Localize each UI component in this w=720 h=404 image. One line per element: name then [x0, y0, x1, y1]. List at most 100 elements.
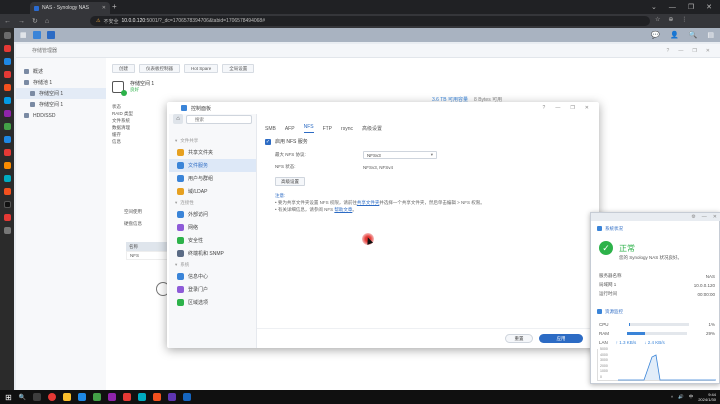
sidebar-app-icon[interactable] [3, 71, 11, 78]
input-method-icon[interactable]: 中 [689, 394, 694, 400]
app-icon[interactable] [153, 393, 162, 401]
help-icon[interactable]: ? [667, 48, 670, 54]
notification-icon[interactable]: 💬 [651, 31, 660, 39]
volume-icon[interactable]: 🔊 [678, 394, 684, 400]
help-icon[interactable]: ? [543, 105, 546, 111]
widgets-icon[interactable]: ▤ [707, 31, 714, 39]
minimize-icon[interactable]: — [555, 105, 560, 111]
app-icon[interactable] [108, 393, 117, 401]
nav-item[interactable]: 信息中心 [169, 270, 256, 283]
app-icon[interactable] [78, 393, 87, 401]
shared-folder-link[interactable]: 共享文件夹 [357, 200, 380, 205]
close-icon[interactable]: ✕ [585, 105, 589, 111]
nav-section-header[interactable]: ▾ 系统 [169, 260, 256, 270]
profile-icon[interactable]: ⊕ [668, 16, 673, 23]
reload-icon[interactable]: ↻ [32, 17, 38, 25]
nav-item[interactable]: 文件服务 [169, 159, 256, 172]
storage-manager-task-icon[interactable] [32, 31, 41, 39]
sidebar-app-icon[interactable] [3, 175, 11, 182]
close-window-icon[interactable]: ✕ [706, 3, 712, 11]
tab-smb[interactable]: SMB [265, 126, 276, 132]
close-icon[interactable]: ✕ [706, 48, 710, 54]
task-view-icon[interactable] [33, 393, 42, 401]
sidebar-app-icon[interactable] [3, 58, 11, 65]
minimize-icon[interactable]: — [678, 48, 683, 54]
home-icon[interactable]: ⌂ [173, 114, 183, 124]
start-icon[interactable]: ⊞ [5, 393, 12, 402]
enable-nfs-checkbox[interactable]: ✓ 启用 NFS 服务 [265, 138, 595, 145]
app-icon[interactable] [123, 393, 132, 401]
maximize-icon[interactable]: ❐ [688, 3, 694, 11]
tab-nfs[interactable]: NFS [303, 124, 314, 133]
tab-rsync[interactable]: rsync [341, 126, 353, 132]
sidebar-app-icon[interactable] [3, 32, 11, 39]
nav-item[interactable]: 域/LDAP [169, 185, 256, 198]
storage-toolbar-button[interactable]: 创建 [112, 64, 135, 73]
sidebar-app-icon[interactable] [3, 188, 11, 195]
storage-nav-item[interactable]: HDD/SSD [16, 110, 106, 121]
max-protocol-select[interactable]: NFSv3 ▾ [363, 151, 437, 159]
nav-item[interactable]: 安全性 [169, 234, 256, 247]
tab-close-icon[interactable]: ✕ [102, 5, 106, 11]
sidebar-app-icon[interactable] [3, 110, 11, 117]
sidebar-app-icon[interactable] [3, 214, 11, 221]
sidebar-app-icon[interactable] [3, 227, 11, 234]
app-icon[interactable] [183, 393, 192, 401]
control-panel-task-icon[interactable] [46, 31, 55, 39]
sidebar-app-icon[interactable] [3, 97, 11, 104]
chrome-icon[interactable] [48, 393, 57, 401]
storage-toolbar-button[interactable]: Hot Spare [184, 64, 219, 73]
minimize-icon[interactable]: — [669, 4, 676, 11]
forward-icon[interactable]: → [18, 18, 25, 25]
address-bar[interactable]: ⚠ 不安全 10.0.0.120:5001/?_dc=1706578394706… [90, 16, 650, 26]
apply-button[interactable]: 应用 [539, 334, 583, 343]
sidebar-app-icon[interactable] [3, 123, 11, 130]
browser-tab[interactable]: NAS - Synology NAS ✕ [30, 2, 110, 14]
nav-item[interactable]: 共享文件夹 [169, 146, 256, 159]
close-icon[interactable]: ✕ [713, 214, 717, 220]
settings-icon[interactable]: ⚙ [691, 214, 695, 220]
sidebar-app-icon[interactable] [3, 45, 11, 52]
tab-高级设置[interactable]: 高级设置 [362, 125, 382, 132]
sidebar-app-icon[interactable] [3, 149, 11, 156]
storage-toolbar-button[interactable]: 仪表板控制器 [139, 64, 180, 73]
nav-item[interactable]: 区域选项 [169, 296, 256, 309]
app-icon[interactable] [93, 393, 102, 401]
search-icon[interactable]: 🔍 [19, 394, 26, 401]
bookmark-star-icon[interactable]: ☆ [655, 16, 660, 23]
sidebar-app-icon[interactable] [3, 136, 11, 143]
sidebar-app-icon[interactable] [3, 201, 11, 208]
nav-item[interactable]: 登录门户 [169, 283, 256, 296]
tab-ftp[interactable]: FTP [323, 126, 332, 132]
user-icon[interactable]: 👤 [670, 31, 679, 39]
maximize-icon[interactable]: ❐ [692, 48, 696, 54]
storage-nav-item[interactable]: 概述 [16, 66, 106, 77]
new-tab-button[interactable]: + [112, 2, 117, 11]
storage-nav-item[interactable]: 存储池 1 [16, 77, 106, 88]
nav-item[interactable]: 终端机和 SNMP [169, 247, 256, 260]
minimize-icon[interactable]: — [702, 214, 707, 220]
tab-search-icon[interactable]: ⌄ [651, 3, 657, 11]
nav-item[interactable]: 网络 [169, 221, 256, 234]
app-icon[interactable] [138, 393, 147, 401]
nav-item[interactable]: 用户与群组 [169, 172, 256, 185]
explorer-icon[interactable] [63, 393, 72, 401]
tray-overflow-icon[interactable]: ^ [671, 395, 673, 400]
nav-section-header[interactable]: ▾ 文件共享 [169, 136, 256, 146]
clock[interactable]: 9:44 2024/1/30 [698, 392, 716, 402]
storage-nav-item[interactable]: 存储空间 1 [16, 88, 106, 99]
sidebar-app-icon[interactable] [3, 162, 11, 169]
storage-nav-item[interactable]: 存储空间 1 [16, 99, 106, 110]
home-icon[interactable]: ⌂ [45, 18, 49, 25]
app-icon[interactable] [168, 393, 177, 401]
maximize-icon[interactable]: ❐ [570, 105, 574, 111]
reset-button[interactable]: 重置 [505, 334, 533, 343]
help-article-link[interactable]: 帮助文章 [334, 207, 352, 212]
advanced-settings-button[interactable]: 高级设置 [275, 177, 305, 186]
search-input[interactable] [186, 114, 252, 124]
main-menu-icon[interactable]: ▦ [20, 31, 27, 39]
sidebar-app-icon[interactable] [3, 84, 11, 91]
menu-icon[interactable]: ⋮ [681, 16, 687, 23]
tab-afp[interactable]: AFP [285, 126, 295, 132]
back-icon[interactable]: ← [4, 18, 11, 25]
